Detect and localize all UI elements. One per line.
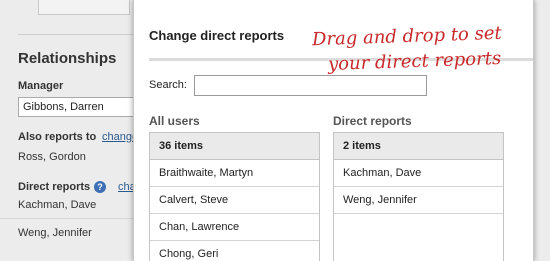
title-divider [149,58,533,61]
also-reports-value: Ross, Gordon [18,151,86,163]
search-label: Search: [149,79,187,91]
list-item[interactable]: Chong, Geri [150,241,319,261]
direct-report-item: Weng, Jennifer [18,227,92,239]
all-users-list[interactable]: 36 items Braithwaite, Martyn Calvert, St… [149,132,320,261]
section-divider [18,34,133,35]
direct-report-item: Kachman, Dave [18,199,97,211]
search-input[interactable] [194,75,427,96]
help-icon[interactable]: ? [94,181,106,193]
top-field [38,0,130,15]
all-users-count: 36 items [150,133,319,160]
manager-label: Manager [18,80,64,92]
change-direct-reports-dialog: Change direct reports Search: All users … [133,0,534,261]
all-users-heading: All users [149,114,200,128]
relationships-heading: Relationships [18,50,117,67]
direct-reports-label: Direct reports [18,181,91,193]
list-divider [0,218,133,219]
list-item[interactable]: Weng, Jennifer [334,187,503,214]
dialog-title: Change direct reports [149,28,285,43]
direct-reports-list[interactable]: 2 items Kachman, Dave Weng, Jennifer [333,132,504,261]
list-item[interactable]: Kachman, Dave [334,160,503,187]
direct-reports-count: 2 items [334,133,503,160]
list-item[interactable]: Calvert, Steve [150,187,319,214]
list-item[interactable]: Chan, Lawrence [150,214,319,241]
list-item[interactable]: Braithwaite, Martyn [150,160,319,187]
manager-field[interactable]: Gibbons, Darren [18,97,138,117]
direct-reports-heading: Direct reports [333,114,412,128]
also-reports-to-label: Also reports to [18,131,97,143]
